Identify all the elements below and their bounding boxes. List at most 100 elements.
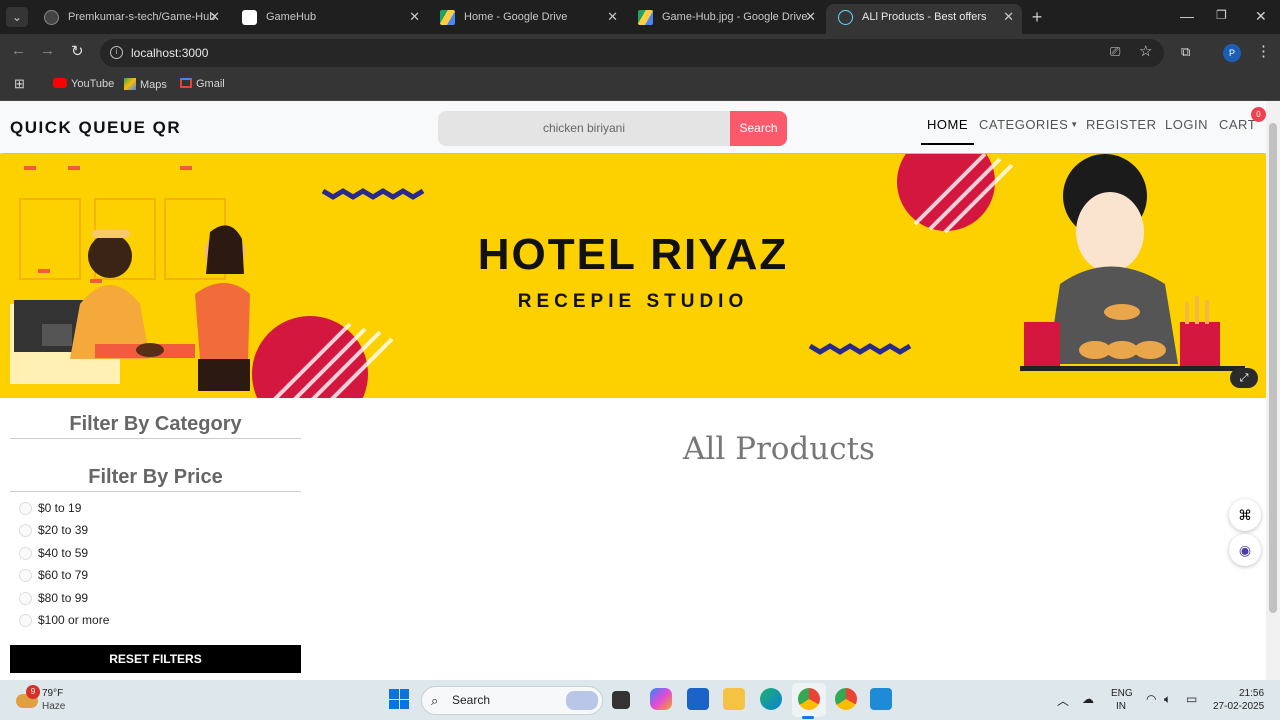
gmail-icon	[180, 78, 192, 88]
browser-tab-strip: ⌄ Premkumar-s-tech/Game-Hub ✕ GameHub ✕ …	[0, 0, 1280, 34]
language-top[interactable]: ENG	[1111, 688, 1133, 699]
tab-title: Premkumar-s-tech/Game-Hub	[68, 11, 216, 23]
chrome-icon[interactable]	[798, 688, 820, 710]
volume-icon[interactable]: 🔈︎	[1164, 692, 1171, 707]
chrome-profile-icon[interactable]	[835, 688, 857, 710]
site-info-icon[interactable]: i	[110, 46, 123, 59]
price-option-60-79[interactable]: $60 to 79	[10, 564, 301, 586]
tab-github[interactable]: Premkumar-s-tech/Game-Hub ✕	[32, 4, 228, 34]
search-button[interactable]: Search	[730, 111, 787, 146]
tab-google-drive-image[interactable]: Game-Hub.jpg - Google Drive ✕	[626, 4, 824, 34]
price-option-label: $20 to 39	[38, 523, 89, 538]
taskbar-search[interactable]: ⌕ Search	[421, 686, 603, 715]
price-option-0-19[interactable]: $0 to 19	[10, 497, 301, 519]
banner-subtitle: RECEPIE STUDIO	[517, 291, 749, 312]
command-icon[interactable]: ⌘	[1229, 499, 1261, 531]
reset-filters-button[interactable]: RESET FILTERS	[10, 645, 301, 673]
radio-circle[interactable]	[19, 591, 32, 605]
nav-cart[interactable]: CART	[1219, 117, 1256, 132]
tray-overflow-icon[interactable]: ︿	[1057, 692, 1069, 709]
windows-start-icon[interactable]	[389, 689, 409, 709]
tab-title: Home - Google Drive	[464, 11, 568, 23]
clock-time[interactable]: 21:56	[1239, 688, 1264, 699]
nav-categories-label: CATEGORIES	[979, 117, 1069, 132]
active-indicator	[802, 716, 814, 719]
browser-toolbar: ← → ↻ i localhost:3000 ⎚ ☆ ⧉ P ⋮	[0, 34, 1280, 71]
nav-login[interactable]: LOGIN	[1165, 117, 1208, 132]
search-icon: ⌕	[431, 693, 439, 708]
bookmark-maps[interactable]: Maps	[124, 78, 167, 91]
menu-kebab-icon[interactable]: ⋮	[1256, 42, 1271, 60]
radio-circle[interactable]	[19, 613, 32, 627]
file-explorer-icon[interactable]	[723, 688, 745, 710]
profile-avatar[interactable]: P	[1223, 44, 1241, 62]
search-highlight-icon	[566, 691, 598, 710]
microsoft-store-icon[interactable]	[687, 688, 709, 710]
weather-desc: Haze	[42, 701, 66, 712]
task-view-icon[interactable]	[612, 691, 630, 709]
price-option-label: $100 or more	[38, 612, 110, 627]
clock-date: 27-02-2025	[1213, 701, 1265, 712]
tab-title: GameHub	[266, 11, 317, 23]
weather-temp: 79°F	[42, 688, 64, 699]
restore-icon[interactable]: ❐	[1216, 8, 1227, 22]
cart-count-badge: 0	[1251, 107, 1266, 122]
close-icon[interactable]: ✕	[607, 4, 618, 30]
scrollbar-thumb[interactable]	[1269, 123, 1277, 613]
maps-icon	[124, 78, 136, 90]
radio-circle[interactable]	[19, 524, 32, 538]
bookmark-gmail[interactable]: Gmail	[180, 78, 225, 90]
tab-search-button[interactable]: ⌄	[6, 7, 28, 27]
reload-icon[interactable]: ↻	[71, 42, 84, 60]
bookmark-star-icon[interactable]: ☆	[1139, 42, 1152, 60]
filter-sidebar: Filter By Category Filter By Price $0 to…	[10, 411, 301, 631]
back-icon[interactable]: ←	[11, 42, 26, 59]
battery-icon[interactable]: ▭	[1186, 692, 1197, 706]
minimize-icon[interactable]: —	[1180, 8, 1194, 24]
page-scrollbar[interactable]	[1266, 101, 1280, 680]
nav-categories[interactable]: CATEGORIES ▼	[979, 117, 1079, 132]
edge-icon[interactable]	[760, 688, 782, 710]
youtube-icon	[53, 78, 67, 88]
nav-register[interactable]: REGISTER	[1086, 117, 1156, 132]
price-option-100-plus[interactable]: $100 or more	[10, 609, 301, 631]
forward-icon[interactable]: →	[40, 42, 55, 59]
tab-gamehub[interactable]: GameHub ✕	[230, 4, 428, 34]
wifi-icon[interactable]: ◠	[1146, 692, 1156, 706]
search-input[interactable]	[438, 111, 730, 146]
expand-image-icon[interactable]: ⤢	[1230, 368, 1258, 388]
hero-banner: HOTEL RIYAZ RECEPIE STUDIO ⤢	[0, 154, 1266, 398]
close-icon[interactable]: ✕	[805, 4, 816, 30]
radio-circle[interactable]	[19, 569, 32, 583]
price-option-label: $80 to 99	[38, 590, 89, 605]
close-icon[interactable]: ✕	[409, 4, 420, 30]
address-bar[interactable]: i localhost:3000	[100, 39, 1164, 67]
price-option-40-59[interactable]: $40 to 59	[10, 542, 301, 564]
install-app-icon[interactable]: ⎚	[1110, 44, 1120, 60]
onedrive-icon[interactable]: ☁	[1082, 692, 1094, 706]
site-navbar: QUICK QUEUE QR Search HOME CATEGORIES▼ R…	[0, 101, 1266, 153]
window-close-icon[interactable]: ✕	[1255, 8, 1267, 25]
vscode-icon[interactable]	[870, 688, 892, 710]
nav-home[interactable]: HOME	[921, 117, 974, 145]
radio-circle[interactable]	[19, 546, 32, 560]
bookmarks-bar: ⊞ YouTube Maps Gmail	[0, 71, 1280, 101]
price-option-80-99[interactable]: $80 to 99	[10, 587, 301, 609]
copilot-icon[interactable]	[650, 688, 672, 710]
react-icon	[838, 10, 853, 25]
radio-circle[interactable]	[19, 502, 32, 515]
price-option-20-39[interactable]: $20 to 39	[10, 519, 301, 541]
assistant-icon[interactable]: ◉	[1229, 534, 1261, 566]
banner-title: HOTEL RIYAZ	[477, 230, 789, 279]
tab-google-drive-home[interactable]: Home - Google Drive ✕	[428, 4, 626, 34]
brand-logo[interactable]: QUICK QUEUE QR	[10, 118, 181, 138]
google-drive-icon	[440, 10, 455, 25]
tab-all-products[interactable]: ALl Products - Best offers ✕	[826, 4, 1022, 34]
extensions-icon[interactable]: ⧉	[1181, 44, 1190, 60]
apps-grid-icon[interactable]: ⊞	[14, 76, 25, 92]
new-tab-button[interactable]: +	[1026, 7, 1048, 27]
close-icon[interactable]: ✕	[1003, 4, 1014, 30]
close-icon[interactable]: ✕	[209, 4, 220, 30]
price-option-label: $60 to 79	[38, 568, 89, 583]
bookmark-youtube[interactable]: YouTube	[53, 78, 114, 90]
